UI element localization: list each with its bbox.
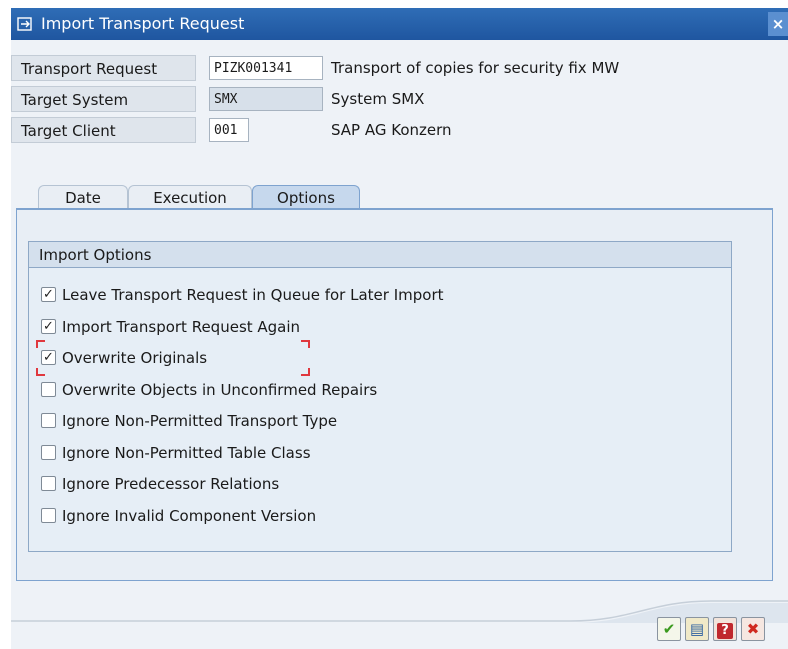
- target-client-field[interactable]: 001: [209, 118, 249, 142]
- target-client-row: Target Client 001 SAP AG Konzern: [11, 117, 771, 143]
- transport-request-description: Transport of copies for security fix MW: [331, 59, 620, 77]
- checkbox[interactable]: [41, 476, 56, 491]
- focus-frame-corner: [36, 340, 45, 348]
- focus-frame-corner: [36, 368, 45, 376]
- tab-date[interactable]: Date: [38, 185, 128, 209]
- confirm-button[interactable]: ✔: [657, 617, 681, 641]
- help-icon: ?: [717, 623, 733, 639]
- queue-icon: ▤: [689, 620, 705, 638]
- checkbox[interactable]: ✓: [41, 350, 56, 365]
- tab-execution[interactable]: Execution: [128, 185, 252, 209]
- checkbox[interactable]: [41, 382, 56, 397]
- checkbox[interactable]: [41, 508, 56, 523]
- window-title: Import Transport Request: [41, 14, 245, 33]
- options-panel: Import Options ✓ Leave Transport Request…: [16, 210, 773, 581]
- focus-frame-corner: [301, 368, 310, 376]
- target-system-description: System SMX: [331, 90, 425, 108]
- target-client-description: SAP AG Konzern: [331, 121, 452, 139]
- transport-request-label: Transport Request: [11, 55, 196, 81]
- transport-request-row: Transport Request PIZK001341 Transport o…: [11, 55, 771, 81]
- help-button[interactable]: ?: [713, 617, 737, 641]
- close-icon: ×: [771, 15, 785, 33]
- target-client-label: Target Client: [11, 117, 196, 143]
- import-transport-request-dialog: Import Transport Request × Transport Req…: [11, 8, 788, 649]
- target-system-label: Target System: [11, 86, 196, 112]
- checkmark-icon: ✔: [662, 620, 676, 638]
- close-button[interactable]: ×: [768, 12, 788, 36]
- checkbox[interactable]: ✓: [41, 319, 56, 334]
- cancel-button[interactable]: ✖: [741, 617, 765, 641]
- queue-button[interactable]: ▤: [685, 617, 709, 641]
- import-options-group: Import Options ✓ Leave Transport Request…: [28, 241, 732, 552]
- import-options-title: Import Options: [29, 242, 731, 268]
- target-system-row: Target System SMX System SMX: [11, 86, 771, 112]
- title-bar: Import Transport Request ×: [11, 8, 788, 40]
- checkbox[interactable]: ✓: [41, 287, 56, 302]
- cancel-icon: ✖: [746, 620, 760, 638]
- target-system-field: SMX: [209, 87, 323, 111]
- checkbox[interactable]: [41, 445, 56, 460]
- import-icon: [17, 17, 32, 31]
- checkbox[interactable]: [41, 413, 56, 428]
- focus-frame-corner: [301, 340, 310, 348]
- transport-request-field[interactable]: PIZK001341: [209, 56, 323, 80]
